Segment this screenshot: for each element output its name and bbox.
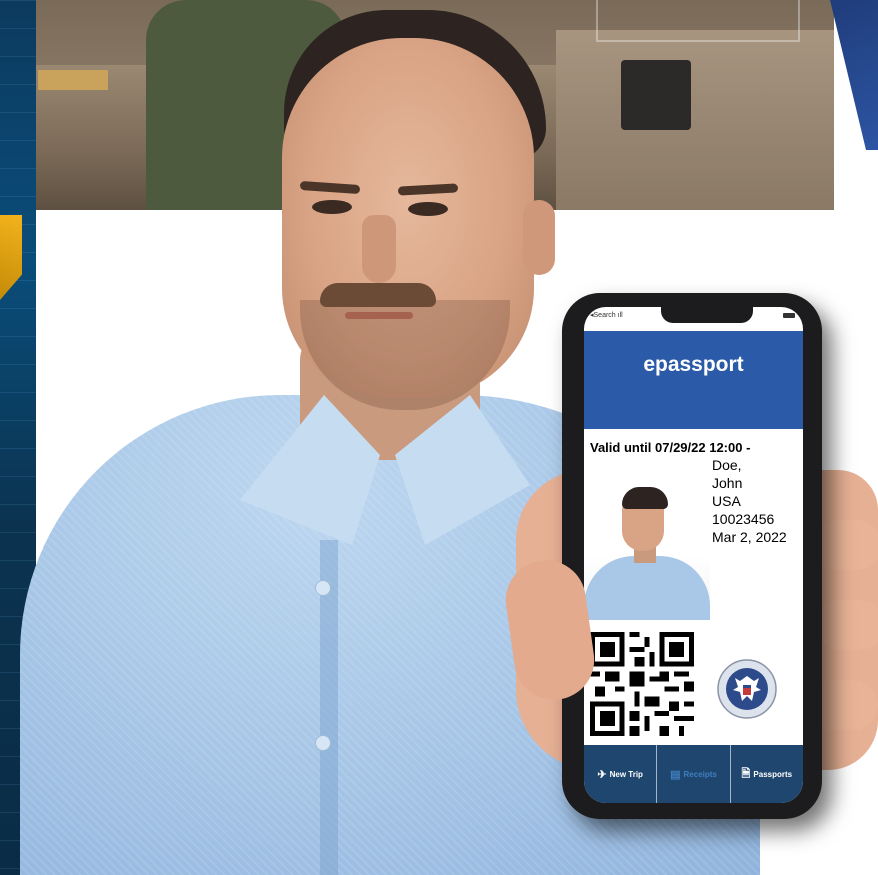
receipt-icon: ▤ <box>670 768 681 781</box>
passport-details: Doe, John USA 10023456 Mar 2, 2022 <box>712 456 787 546</box>
person-mouth <box>345 312 413 319</box>
airplane-icon: ✈ <box>597 768 607 781</box>
cbp-seal-icon <box>717 659 777 719</box>
phone-screen: ◂Search ıll epassport Valid until 07/29/… <box>584 307 803 803</box>
bottom-tab-bar: ✈ New Trip ▤ Receipts 🗎 Passports <box>584 745 803 803</box>
app-title: epassport <box>643 353 744 376</box>
passport-surname: Doe, <box>712 457 742 473</box>
person-mustache <box>320 283 436 307</box>
status-back-link[interactable]: ◂Search ıll <box>590 311 623 319</box>
phone-notch <box>661 307 753 323</box>
shirt-button <box>315 735 331 751</box>
qr-code <box>590 632 694 736</box>
tab-new-trip-label: New Trip <box>609 769 643 779</box>
battery-icon <box>783 313 795 318</box>
tab-receipts[interactable]: ▤ Receipts <box>657 745 731 803</box>
person-eye <box>408 202 448 216</box>
shirt-button <box>315 580 331 596</box>
finger <box>815 600 878 650</box>
tab-passports-label: Passports <box>753 769 793 779</box>
passport-number: 10023456 <box>712 511 775 527</box>
valid-until-text: Valid until 07/29/22 12:00 - <box>590 440 751 455</box>
tab-receipts-label: Receipts <box>683 769 717 779</box>
person-eye <box>312 200 352 214</box>
passport-nationality: USA <box>712 493 741 509</box>
passport-photo <box>584 461 710 620</box>
person-nose <box>362 215 396 283</box>
tab-new-trip[interactable]: ✈ New Trip <box>584 745 658 803</box>
smartphone: ◂Search ıll epassport Valid until 07/29/… <box>562 293 822 819</box>
document-icon: 🗎 <box>741 767 751 780</box>
passport-date: Mar 2, 2022 <box>712 529 787 545</box>
passport-given-name: John <box>712 475 743 491</box>
app-header <box>584 331 803 429</box>
tab-passports[interactable]: 🗎 Passports <box>731 745 803 803</box>
person-ear <box>523 200 555 275</box>
